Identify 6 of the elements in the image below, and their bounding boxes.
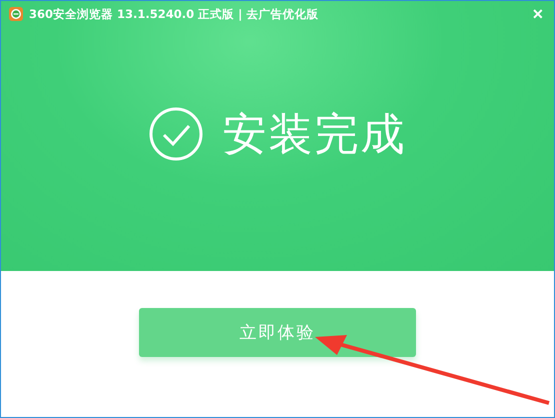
check-circle-icon [148, 107, 202, 161]
browser-logo-icon [9, 7, 23, 21]
close-button[interactable]: ✕ [532, 6, 544, 22]
window-title: 360安全浏览器 13.1.5240.0 正式版 | 去广告优化版 [29, 6, 320, 22]
start-button[interactable]: 立即体验 [139, 308, 416, 357]
completion-message: 安装完成 [222, 108, 406, 162]
